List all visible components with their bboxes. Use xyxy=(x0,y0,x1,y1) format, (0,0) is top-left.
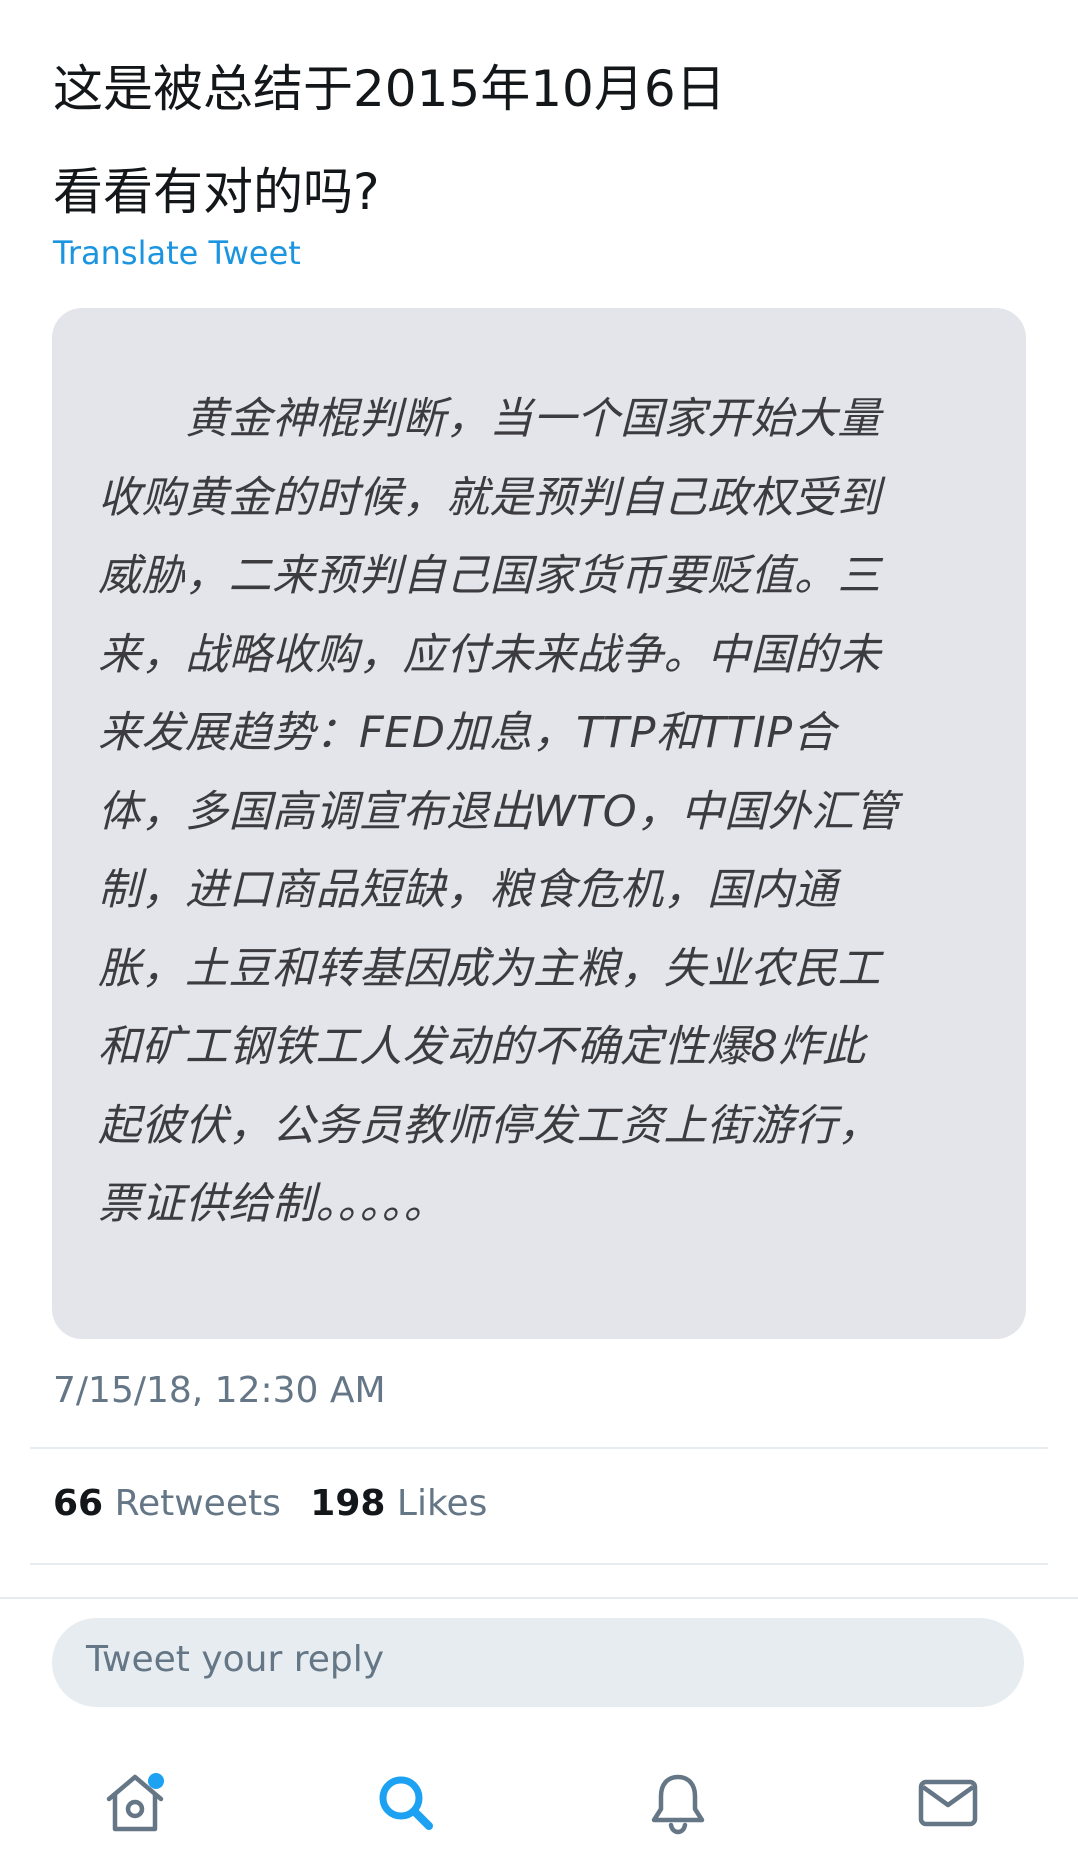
tweet-image-text-line: 胀，土豆和转基因成为主粮，失业农民工 xyxy=(98,943,881,994)
tab-notifications[interactable] xyxy=(640,1765,716,1841)
tweet-stats: 66 Retweets 198 Likes xyxy=(53,1483,505,1524)
retweets-label: Retweets xyxy=(114,1483,281,1524)
tweet-image-text-line: 来，战略收购，应付未来战争。中国的未 xyxy=(98,629,881,680)
tweet-text-line: 看看有对的吗? xyxy=(53,163,380,221)
divider xyxy=(30,1447,1048,1449)
tweet-image-text-line: 票证供给制。。。。。 xyxy=(98,1179,447,1229)
tweet-text-line: 这是被总结于2015年10月6日 xyxy=(53,60,726,118)
tweet-image-text-line: 和矿工钢铁工人发动的不确定性爆8炸此 xyxy=(98,1022,866,1072)
tweet-timestamp: 7/15/18, 12:30 AM xyxy=(53,1370,386,1411)
tweet-image-text-line: 来发展趋势：FED加息，TTP和TTIP合 xyxy=(98,708,837,758)
retweets-stat[interactable]: 66 Retweets xyxy=(53,1483,281,1524)
tweet-image-text-line: 体，多国高调宣布退出WTO，中国外汇管 xyxy=(98,786,899,837)
tweet-image-text-line: 制，进口商品短缺，粮食危机，国内通 xyxy=(98,865,838,915)
reply-input[interactable]: Tweet your reply xyxy=(52,1618,1024,1707)
tab-home[interactable] xyxy=(97,1765,173,1841)
notification-dot xyxy=(148,1773,164,1789)
tweet-image-text-line: 黄金神棍判断，当一个国家开始大量 xyxy=(98,394,881,444)
mail-icon xyxy=(918,1779,978,1827)
tweet-image-text-line: 起彼伏，公务员教师停发工资上街游行， xyxy=(98,1100,881,1151)
divider xyxy=(30,1563,1048,1565)
tab-messages[interactable] xyxy=(910,1765,986,1841)
tweet-image-text: 黄金神棍判断，当一个国家开始大量 收购黄金的时候，就是预判自己政权受到 威胁，二… xyxy=(98,380,1003,1244)
likes-count: 198 xyxy=(310,1483,386,1524)
reply-placeholder: Tweet your reply xyxy=(86,1639,385,1680)
bottom-tab-bar xyxy=(0,1745,1078,1856)
translate-tweet-link[interactable]: Translate Tweet xyxy=(53,234,301,272)
retweets-count: 66 xyxy=(53,1483,104,1524)
tab-search[interactable] xyxy=(368,1765,444,1841)
tweet-image-text-line: 威胁，二来预判自己国家货币要贬值。三 xyxy=(98,551,881,601)
bell-icon xyxy=(651,1774,705,1835)
divider xyxy=(0,1597,1078,1599)
tweet-text: 这是被总结于2015年10月6日 看看有对的吗? xyxy=(53,38,1033,244)
tweet-image-text-line: 收购黄金的时候，就是预判自己政权受到 xyxy=(98,472,881,523)
search-icon xyxy=(379,1776,433,1830)
likes-stat[interactable]: 198 Likes xyxy=(310,1483,487,1524)
likes-label: Likes xyxy=(396,1483,488,1524)
tweet-image[interactable]: 黄金神棍判断，当一个国家开始大量 收购黄金的时候，就是预判自己政权受到 威胁，二… xyxy=(52,308,1026,1339)
